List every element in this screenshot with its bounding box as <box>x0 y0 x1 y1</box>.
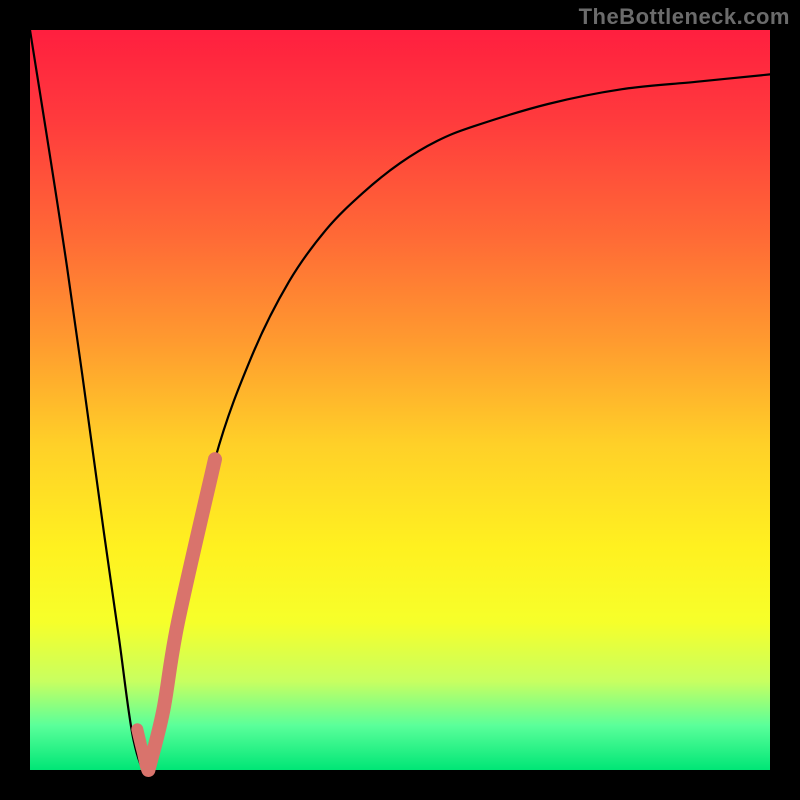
chart-frame: TheBottleneck.com <box>0 0 800 800</box>
plot-area <box>30 30 770 770</box>
highlight-segment <box>148 459 215 770</box>
watermark-text: TheBottleneck.com <box>579 4 790 30</box>
highlight-hook <box>137 729 156 770</box>
bottleneck-curve <box>30 30 770 771</box>
curve-layer <box>30 30 770 770</box>
